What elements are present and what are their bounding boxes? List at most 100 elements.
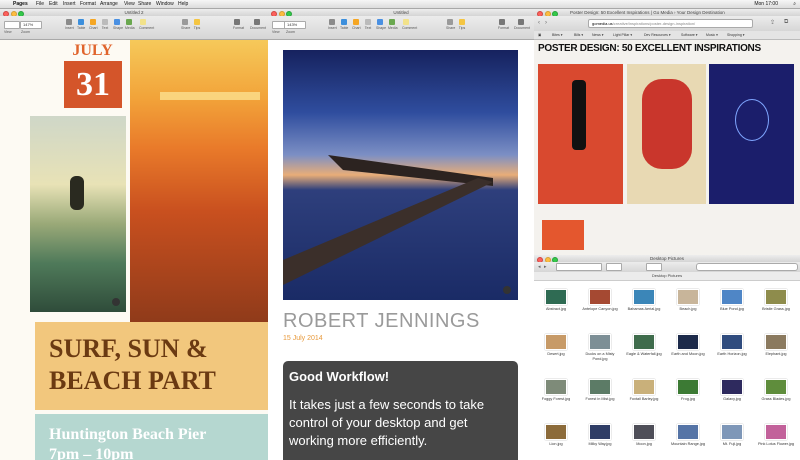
text-button[interactable]: Text [364,19,372,30]
file-item[interactable]: Earth Horizon.jpg [710,332,754,372]
file-item[interactable]: Earth and Moon.jpg [666,332,710,372]
poster-thumbnail-4[interactable] [542,220,584,250]
document-canvas[interactable]: JULY 31 SURF, SUN & BEACH PART Huntingto… [0,40,268,460]
tabs-icon[interactable]: ⧉ [784,19,788,26]
file-item[interactable]: Foxtail Barley.jpg [622,377,666,417]
menu-app-name[interactable]: Pages [13,0,28,8]
file-item[interactable]: Bahamas Aerial.jpg [622,287,666,327]
menu-insert[interactable]: Insert [63,0,76,8]
table-icon [341,19,347,25]
surf-banner[interactable]: SURF, SUN & BEACH PART [35,322,268,410]
shape-button[interactable]: Shape [376,19,386,30]
bookmark-item[interactable]: ▣ [538,31,541,39]
comment-button[interactable]: Comment [139,19,154,30]
pier-photo[interactable] [283,50,518,300]
poster-thumbnail-2[interactable] [627,64,706,204]
format-button[interactable]: Format [233,19,244,30]
back-icon[interactable]: ◂ [538,264,541,270]
bookmark-item[interactable]: Bills ▾ [574,31,583,39]
document-button[interactable]: Document [250,19,266,30]
bookmark-item[interactable]: Light Pillar ▾ [613,31,632,39]
menu-window[interactable]: Window [156,0,174,8]
file-item[interactable]: Bristle Grass.jpg [754,287,798,327]
file-item[interactable]: Lion.jpg [534,422,578,460]
document-button[interactable]: Document [514,19,530,30]
media-button[interactable]: Media [388,19,398,30]
file-thumbnail [545,379,567,395]
sunset-photo[interactable] [130,40,268,325]
file-item[interactable]: Forest in Mist.jpg [578,377,622,417]
menu-view[interactable]: View [124,0,135,8]
tips-button[interactable]: Tips [193,19,201,30]
bookmark-item[interactable]: Dev Resources ▾ [644,31,671,39]
shape-button[interactable]: Shape [113,19,123,30]
file-item[interactable]: Elephant.jpg [754,332,798,372]
location-band[interactable]: Huntington Beach Pier 7pm – 10pm [35,414,268,460]
zoom-dropdown[interactable]: 143% [284,21,306,29]
zoom-dropdown[interactable]: 147% [20,21,42,29]
poster-thumbnail-1[interactable] [538,64,623,204]
file-item[interactable]: Eagle & Waterfall.jpg [622,332,666,372]
bookmark-item[interactable]: Bites ▾ [552,31,563,39]
file-item[interactable]: Pink Lotus Flower.jpg [754,422,798,460]
file-item[interactable]: Moon.jpg [622,422,666,460]
file-thumbnail [545,424,567,440]
workflow-card[interactable]: Good Workflow! It takes just a few secon… [283,361,518,460]
share-button[interactable]: Share [181,19,190,30]
chart-button[interactable]: Chart [89,19,98,30]
media-badge-icon [503,286,511,294]
menu-clock[interactable]: Mon 17:00 [754,0,778,8]
back-icon[interactable]: ‹ [538,20,540,26]
file-item[interactable]: Desert.jpg [534,332,578,372]
media-button[interactable]: Media [125,19,135,30]
menu-format[interactable]: Format [80,0,96,8]
table-button[interactable]: Table [77,19,85,30]
file-item[interactable]: Frog.jpg [666,377,710,417]
bookmark-item[interactable]: Software ▾ [681,31,698,39]
bookmark-item[interactable]: Music ▾ [706,31,718,39]
poster-thumbnail-3[interactable] [709,64,794,204]
view-menu[interactable] [4,21,20,29]
chart-button[interactable]: Chart [352,19,361,30]
forward-icon[interactable]: ▸ [544,264,547,270]
insert-button[interactable]: Insert [65,19,74,30]
address-bar[interactable]: gomedia.us/creative/inspirations/poster-… [588,19,753,28]
file-item[interactable]: Ducks on a Misty Pond.jpg [578,332,622,372]
forward-icon[interactable]: › [545,20,547,26]
menu-edit[interactable]: Edit [49,0,58,8]
menu-help[interactable]: Help [178,0,188,8]
file-item[interactable]: Antelope Canyon.jpg [578,287,622,327]
search-field[interactable] [696,263,798,271]
file-item[interactable]: Foggy Forest.jpg [534,377,578,417]
menu-file[interactable]: File [36,0,44,8]
insert-button[interactable]: Insert [328,19,337,30]
share-button[interactable]: Share [446,19,455,30]
view-mode-switcher[interactable] [556,263,602,271]
surfer-photo[interactable] [30,116,126,312]
file-item[interactable]: Galaxy.jpg [710,377,754,417]
file-item[interactable]: Abstract.jpg [534,287,578,327]
file-item[interactable]: Milky Way.jpg [578,422,622,460]
search-icon[interactable]: ⌕ [793,0,796,8]
file-item[interactable]: Mountain Range.jpg [666,422,710,460]
file-item[interactable]: Mt. Fuji.jpg [710,422,754,460]
file-item[interactable]: Blue Pond.jpg [710,287,754,327]
document-canvas[interactable]: ROBERT JENNINGS 15 July 2014 Good Workfl… [268,40,534,460]
format-button[interactable]: Format [498,19,509,30]
file-thumbnail [677,424,699,440]
text-button[interactable]: Text [101,19,109,30]
bookmark-item[interactable]: Shopping ▾ [727,31,745,39]
file-item[interactable]: Beach.jpg [666,287,710,327]
tips-button[interactable]: Tips [458,19,466,30]
menu-share[interactable]: Share [138,0,151,8]
table-button[interactable]: Table [340,19,348,30]
bookmark-item[interactable]: News ▾ [592,31,603,39]
date-card[interactable]: JULY 31 [55,40,130,112]
menu-arrange[interactable]: Arrange [100,0,118,8]
share-icon[interactable]: ⇪ [770,19,775,26]
action-button[interactable] [646,263,662,271]
comment-button[interactable]: Comment [402,19,417,30]
file-item[interactable]: Grass Blades.jpg [754,377,798,417]
web-content[interactable]: POSTER DESIGN: 50 EXCELLENT INSPIRATIONS [534,40,800,255]
arrange-button[interactable] [606,263,622,271]
